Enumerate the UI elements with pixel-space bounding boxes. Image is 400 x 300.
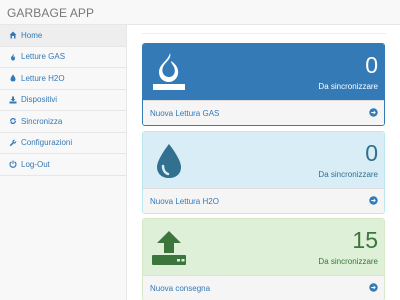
download-tray-icon — [8, 95, 17, 104]
sidebar-item-home[interactable]: Home — [0, 25, 126, 47]
sidebar-item-dispositivi[interactable]: Dispositivi — [0, 90, 126, 111]
new-gas-reading-link[interactable]: Nuova Lettura GAS — [150, 109, 219, 118]
gas-panel-header: 0 Da sincronizzare — [143, 44, 384, 100]
delivery-subtitle: Da sincronizzare — [318, 257, 378, 266]
sync-icon — [8, 117, 17, 126]
power-icon — [8, 160, 17, 169]
sidebar-item-label: Home — [21, 30, 43, 40]
sidebar: Home Letture GAS Letture H2O Dispositivi… — [0, 25, 127, 300]
gas-panel-footer[interactable]: Nuova Lettura GAS — [143, 100, 384, 125]
arrow-circle-right-icon[interactable] — [369, 108, 378, 117]
sidebar-item-label: Configurazioni — [21, 138, 73, 148]
sidebar-item-letture-h2o[interactable]: Letture H2O — [0, 68, 126, 90]
delivery-count: 15 — [352, 227, 378, 253]
sidebar-item-letture-gas[interactable]: Letture GAS — [0, 47, 126, 68]
app-title[interactable]: GARBAGE APP — [7, 6, 94, 20]
sidebar-item-label: Sincronizza — [21, 116, 63, 126]
water-drop-icon — [151, 140, 187, 180]
delivery-panel: 15 Da sincronizzare Nuova consegna — [142, 218, 385, 300]
h2o-count: 0 — [365, 140, 378, 166]
h2o-panel-header: 0 Da sincronizzare — [143, 132, 384, 188]
fire-icon — [151, 52, 187, 92]
sidebar-item-sincronizza[interactable]: Sincronizza — [0, 111, 126, 133]
sidebar-item-log-out[interactable]: Log-Out — [0, 154, 126, 176]
upload-tray-icon — [151, 227, 187, 267]
home-icon — [8, 31, 17, 40]
divider — [142, 33, 386, 34]
gas-panel: 0 Da sincronizzare Nuova Lettura GAS — [142, 43, 385, 126]
sidebar-item-label: Log-Out — [21, 159, 50, 169]
fire-icon — [8, 52, 17, 61]
main-content: 0 Da sincronizzare Nuova Lettura GAS 0 D… — [128, 25, 400, 300]
delivery-panel-header: 15 Da sincronizzare — [143, 219, 384, 275]
sidebar-item-configurazioni[interactable]: Configurazioni — [0, 133, 126, 154]
gas-count: 0 — [365, 52, 378, 78]
arrow-circle-right-icon[interactable] — [369, 196, 378, 205]
wrench-icon — [8, 138, 17, 147]
new-h2o-reading-link[interactable]: Nuova Lettura H2O — [150, 197, 219, 206]
h2o-subtitle: Da sincronizzare — [318, 170, 378, 179]
top-navbar: GARBAGE APP — [0, 0, 400, 25]
delivery-panel-footer[interactable]: Nuova consegna — [143, 275, 384, 300]
arrow-circle-right-icon[interactable] — [369, 283, 378, 292]
sidebar-item-label: Letture H2O — [21, 73, 65, 83]
h2o-panel-footer[interactable]: Nuova Lettura H2O — [143, 188, 384, 213]
sidebar-item-label: Dispositivi — [21, 95, 58, 105]
sidebar-item-label: Letture GAS — [21, 52, 66, 62]
gas-subtitle: Da sincronizzare — [318, 82, 378, 91]
water-drop-icon — [8, 74, 17, 83]
new-delivery-link[interactable]: Nuova consegna — [150, 284, 210, 293]
h2o-panel: 0 Da sincronizzare Nuova Lettura H2O — [142, 131, 385, 214]
